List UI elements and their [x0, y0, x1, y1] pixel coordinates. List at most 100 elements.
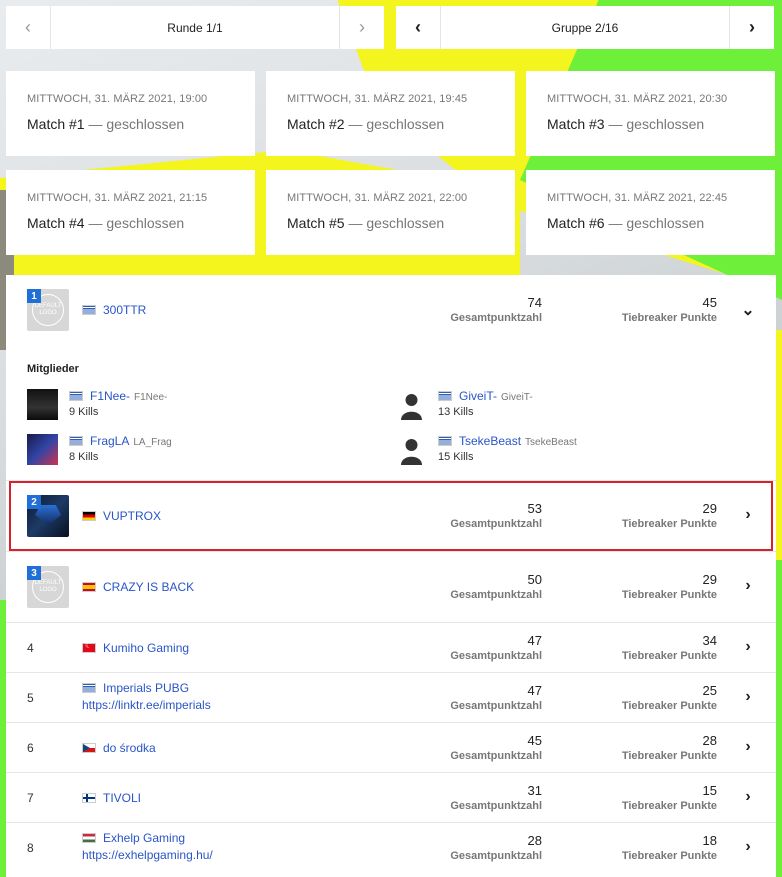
rank-badge: 3	[27, 566, 41, 580]
tiebreaker-points: 45 Tiebreaker Punkte	[621, 295, 717, 324]
member-name-link[interactable]: FragLA	[90, 434, 129, 448]
group-label: Gruppe 2/16	[440, 6, 730, 49]
user-silhouette-icon	[396, 434, 427, 465]
prev-round-button[interactable]: ‹	[6, 6, 50, 49]
greece-flag-icon	[82, 305, 96, 315]
standings-row[interactable]: 6 do środka 45 Gesamtpunktzahl 28 Tiebreak…	[6, 722, 776, 772]
round-pager: ‹ Runde 1/1 ›	[6, 6, 384, 49]
round-label: Runde 1/1	[50, 6, 340, 49]
match-title: Match #1 — geschlossen	[27, 116, 185, 132]
tiebreaker-points: 15 Tiebreaker Punkte	[621, 783, 717, 812]
expand-button[interactable]: ›	[740, 688, 756, 705]
match-title: Match #4 — geschlossen	[27, 215, 185, 231]
match-card-5[interactable]: MITTWOCH, 31. MÄRZ 2021, 22:00 Match #5 …	[266, 170, 515, 255]
team-name-link[interactable]: Exhelp Gaming	[103, 831, 185, 845]
standings-row[interactable]: 7 TIVOLI 31 Gesamtpunktzahl 15 Tiebreaker …	[6, 772, 776, 822]
member-name-link[interactable]: TsekeBeast	[459, 434, 521, 448]
next-round-button[interactable]: ›	[340, 6, 384, 49]
chevron-right-icon: ›	[749, 17, 755, 37]
team-name-link[interactable]: Imperials PUBG	[103, 681, 189, 695]
standings-row-expanded: 1 DEFAULT LOGO 300TTR 74 Gesamtpunktzahl …	[6, 275, 776, 480]
team-website-link[interactable]: https://linktr.ee/imperials	[82, 698, 211, 712]
expand-button[interactable]: ›	[740, 838, 756, 855]
team-name-link[interactable]: VUPTROX	[103, 509, 161, 523]
total-points: 45 Gesamtpunktzahl	[450, 733, 542, 762]
match-date: MITTWOCH, 31. MÄRZ 2021, 19:00	[27, 93, 208, 105]
team-website-link[interactable]: https://exhelpgaming.hu/	[82, 848, 213, 862]
member-avatar	[27, 434, 58, 465]
rank-badge: 2	[27, 495, 41, 509]
rank-badge: 1	[27, 289, 41, 303]
chevron-left-icon: ‹	[25, 17, 31, 37]
match-card-2[interactable]: MITTWOCH, 31. MÄRZ 2021, 19:45 Match #2 …	[266, 71, 515, 156]
match-date: MITTWOCH, 31. MÄRZ 2021, 21:15	[27, 192, 208, 204]
chevron-right-icon: ›	[745, 788, 751, 805]
rank-number: 8	[27, 841, 34, 855]
match-title: Match #5 — geschlossen	[287, 215, 445, 231]
expand-button[interactable]: ›	[740, 638, 756, 655]
chevron-right-icon: ›	[745, 577, 751, 594]
match-card-3[interactable]: MITTWOCH, 31. MÄRZ 2021, 20:30 Match #3 …	[526, 71, 775, 156]
group-pager: ‹ Gruppe 2/16 ›	[396, 6, 774, 49]
user-silhouette-icon	[396, 389, 427, 420]
expand-button[interactable]: ›	[740, 788, 756, 805]
hungary-flag-icon	[82, 833, 96, 843]
standings-row[interactable]: 3 DEFAULT LOGO CRAZY IS BACK 50 Gesamtpun…	[6, 551, 776, 622]
member-alias: F1Nee-	[134, 392, 168, 403]
match-status: — geschlossen	[348, 215, 445, 231]
total-points: 47 Gesamtpunktzahl	[450, 683, 542, 712]
prev-group-button[interactable]: ‹	[396, 6, 440, 49]
standings-row[interactable]: 5 Imperials PUBG https://linktr.ee/imper…	[6, 672, 776, 722]
greece-flag-icon	[69, 436, 83, 446]
collapse-button[interactable]: ⌄	[740, 302, 756, 319]
chevron-right-icon: ›	[745, 638, 751, 655]
czech-flag-icon	[82, 743, 96, 753]
rank-number: 6	[27, 741, 34, 755]
match-status: — geschlossen	[88, 215, 185, 231]
total-points: 28 Gesamtpunktzahl	[450, 833, 542, 862]
team-name-link[interactable]: 300TTR	[103, 303, 146, 317]
tiebreaker-points: 25 Tiebreaker Punkte	[621, 683, 717, 712]
match-card-4[interactable]: MITTWOCH, 31. MÄRZ 2021, 21:15 Match #4 …	[6, 170, 255, 255]
match-card-1[interactable]: MITTWOCH, 31. MÄRZ 2021, 19:00 Match #1 …	[6, 71, 255, 156]
standings-row[interactable]: 8 Exhelp Gaming https://exhelpgaming.hu/…	[6, 822, 776, 877]
greece-flag-icon	[438, 391, 452, 401]
expand-button[interactable]: ›	[740, 506, 756, 523]
turkey-flag-icon	[82, 641, 96, 653]
tiebreaker-points: 28 Tiebreaker Punkte	[621, 733, 717, 762]
match-card-6[interactable]: MITTWOCH, 31. MÄRZ 2021, 22:45 Match #6 …	[526, 170, 775, 255]
team-name-link[interactable]: do środka	[103, 741, 156, 755]
member-kills: 15 Kills	[438, 451, 474, 463]
expand-button[interactable]: ›	[740, 577, 756, 594]
expand-button[interactable]: ›	[740, 738, 756, 755]
team-name-link[interactable]: Kumiho Gaming	[103, 641, 189, 655]
member-alias: LA_Frag	[133, 437, 172, 448]
member-name-link[interactable]: F1Nee-	[90, 389, 130, 403]
rank-number: 7	[27, 791, 34, 805]
match-title: Match #3 — geschlossen	[547, 116, 705, 132]
tiebreaker-points: 18 Tiebreaker Punkte	[621, 833, 717, 862]
greece-flag-icon	[438, 436, 452, 446]
total-points: 74 Gesamtpunktzahl	[450, 295, 542, 324]
total-points: 31 Gesamtpunktzahl	[450, 783, 542, 812]
match-date: MITTWOCH, 31. MÄRZ 2021, 22:45	[547, 192, 728, 204]
match-status: — geschlossen	[88, 116, 185, 132]
team-name-link[interactable]: CRAZY IS BACK	[103, 580, 194, 594]
next-group-button[interactable]: ›	[730, 6, 774, 49]
germany-flag-icon	[82, 511, 96, 521]
match-status: — geschlossen	[608, 215, 705, 231]
member-kills: 13 Kills	[438, 406, 474, 418]
member-alias: TsekeBeast	[525, 437, 577, 448]
rank-number: 5	[27, 691, 34, 705]
total-points: 50 Gesamtpunktzahl	[450, 572, 542, 601]
team-name-link[interactable]: TIVOLI	[103, 791, 141, 805]
member-name-link[interactable]: GiveiT-	[459, 389, 497, 403]
match-title: Match #6 — geschlossen	[547, 215, 705, 231]
total-points: 47 Gesamtpunktzahl	[450, 633, 542, 662]
chevron-right-icon: ›	[745, 738, 751, 755]
standings-row[interactable]: 4 Kumiho Gaming 47Gesamtpunktzahl 34Tieb…	[6, 622, 776, 672]
match-date: MITTWOCH, 31. MÄRZ 2021, 22:00	[287, 192, 468, 204]
standings-row[interactable]: 2 VUPTROX 53 Gesamtpunktzahl 29 Tiebreaker…	[6, 480, 776, 551]
member-alias: GiveiT-	[501, 392, 533, 403]
chevron-right-icon: ›	[745, 506, 751, 523]
